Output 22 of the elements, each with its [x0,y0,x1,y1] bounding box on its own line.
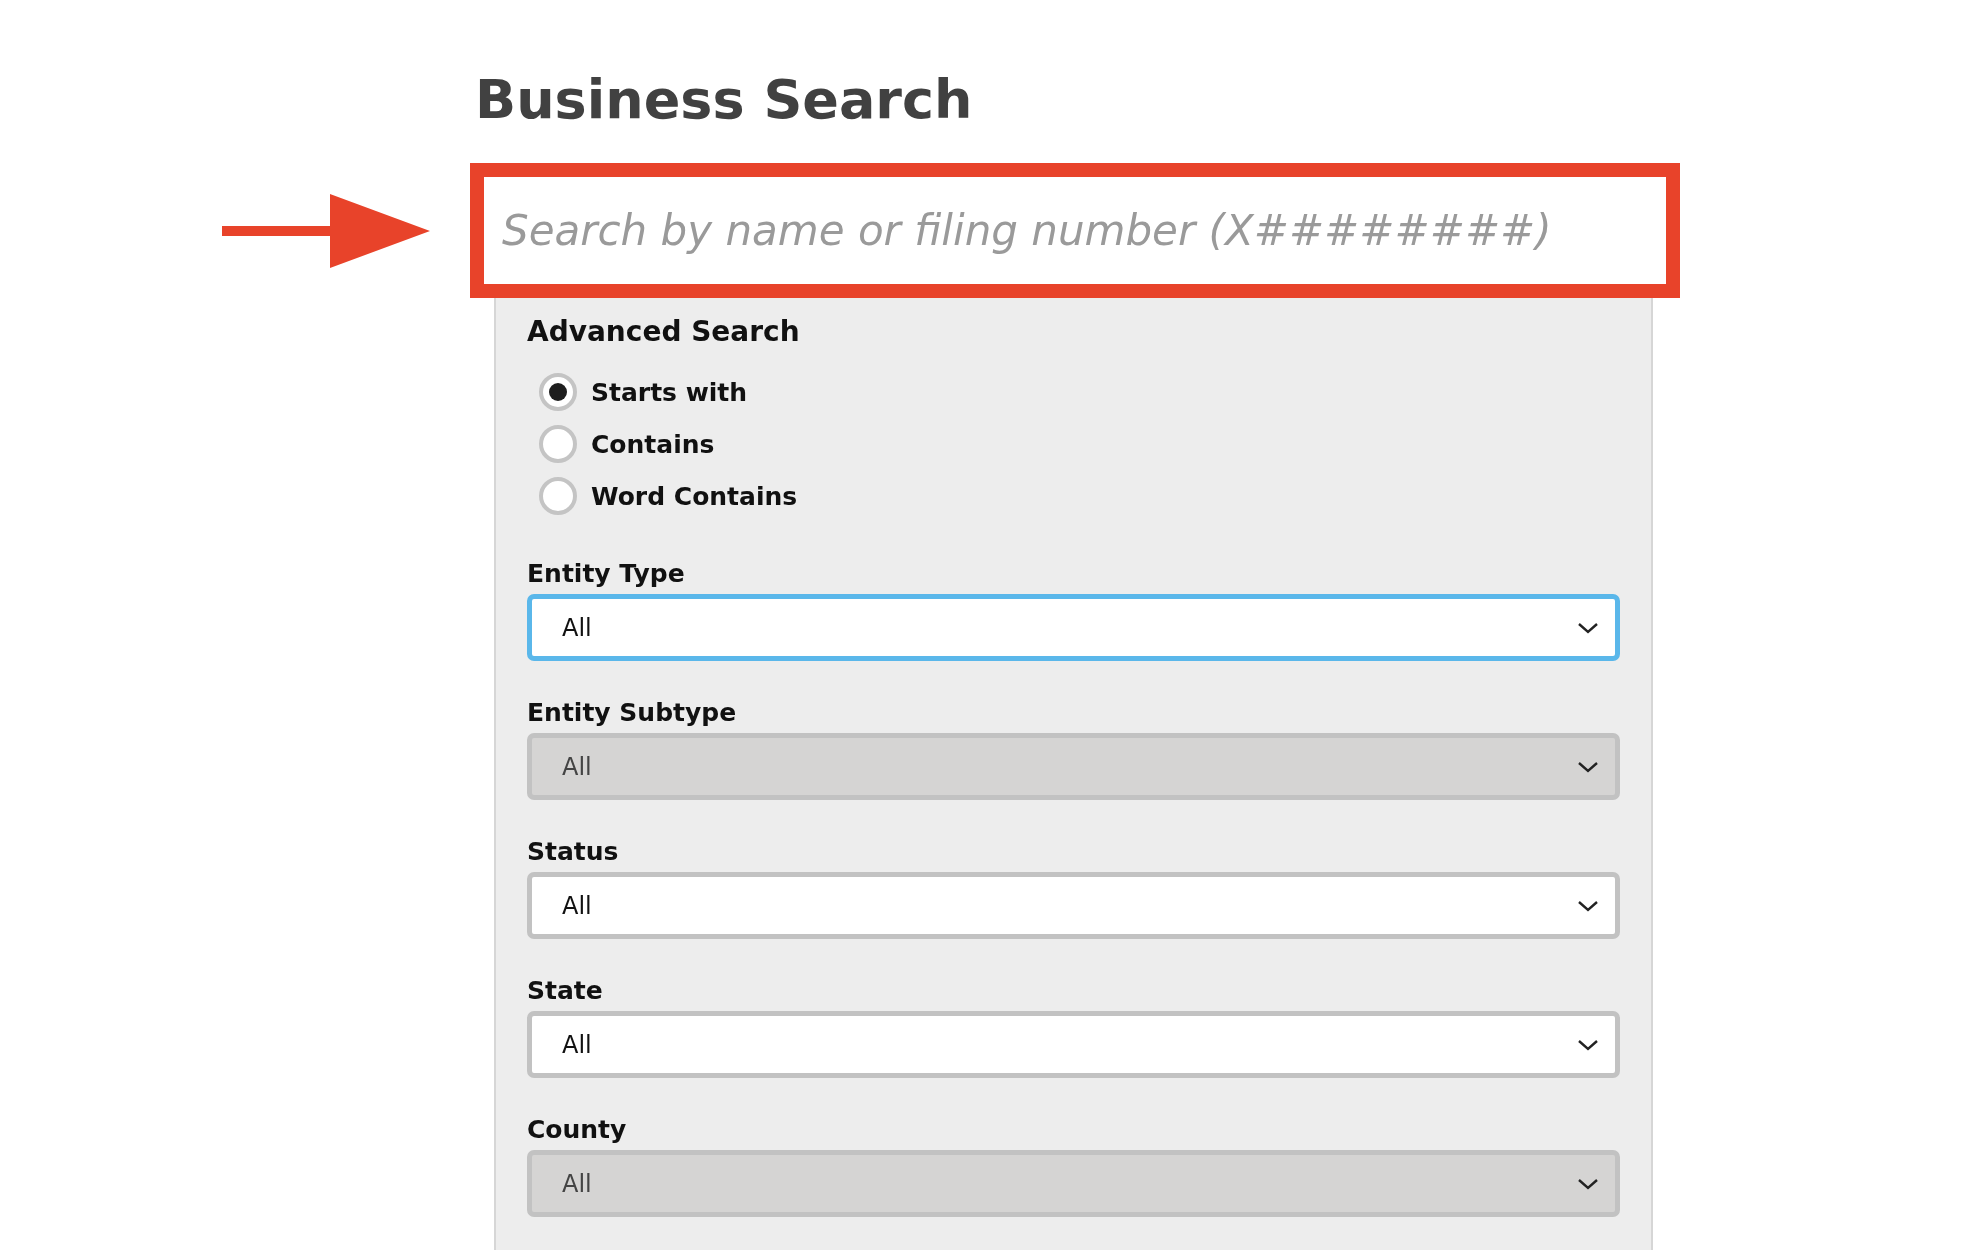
field-label: Status [527,836,619,868]
field-label: Entity Subtype [527,697,737,729]
section-heading: Advanced Search [527,314,800,350]
radio-label: Word Contains [591,481,798,511]
chevron-down-icon [1577,759,1599,774]
radio-label: Contains [591,429,715,459]
placeholder-text: Search by name or filing number (X########) [502,206,1552,255]
radio-label: Starts with [591,377,748,407]
field-label: Entity Type [527,558,685,590]
dropdown[interactable]: All [527,1011,1620,1078]
chevron-down-icon [1577,898,1599,913]
page-title: Business Search [475,67,973,133]
chevron-down-icon [1577,1176,1599,1191]
field-label: State [527,975,603,1007]
chevron-down-icon [1577,620,1599,635]
radio-button[interactable] [539,477,577,515]
radio-button[interactable] [539,373,577,411]
dropdown[interactable]: All [527,872,1620,939]
dropdown[interactable]: All [527,594,1620,661]
chevron-down-icon [1577,1037,1599,1052]
field-label: County [527,1114,627,1146]
radio-button[interactable] [539,425,577,463]
